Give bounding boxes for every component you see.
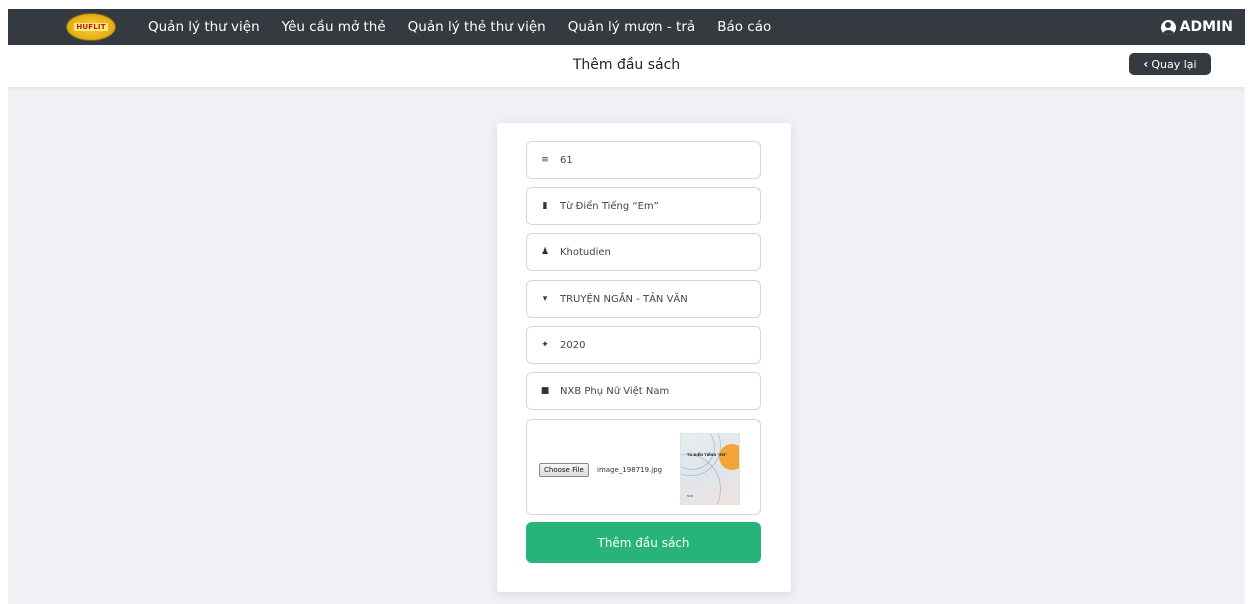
publisher-value: NXB Phụ Nữ Việt Nam	[560, 385, 670, 397]
add-book-form: ≡ 61 ▮ Từ Điển Tiếng “Em” ♟ Khotudien ▾ …	[497, 123, 791, 592]
add-book-submit-button[interactable]: Thêm đầu sách	[526, 522, 761, 563]
author-field[interactable]: ♟ Khotudien	[526, 233, 761, 271]
cover-upload-box: Choose File image_198719.jpg TỪ ĐIỂN TIẾ…	[526, 419, 761, 515]
caret-down-icon: ▾	[542, 294, 548, 304]
category-select[interactable]: ▾ TRUYỆN NGẮN - TẢN VĂN	[526, 280, 761, 318]
book-id-value: 61	[560, 154, 573, 166]
category-value: TRUYỆN NGẮN - TẢN VĂN	[560, 293, 688, 305]
huflit-logo[interactable]: HUFLIT	[66, 13, 116, 41]
nav-item-library-cards[interactable]: Quản lý thẻ thư viện	[408, 19, 546, 35]
author-value: Khotudien	[560, 246, 611, 258]
page-header: Thêm đầu sách ‹ Quay lại	[8, 45, 1245, 87]
industry-icon: ■	[540, 386, 550, 396]
cover-sun-shape	[719, 444, 739, 470]
admin-menu[interactable]: ADMIN	[1160, 9, 1233, 45]
book-title-value: Từ Điển Tiếng “Em”	[560, 200, 659, 212]
cover-title: TỪ ĐIỂN TIẾNG "EM"	[687, 453, 727, 457]
nav-item-reports[interactable]: Báo cáo	[717, 19, 771, 35]
chevron-left-icon: ‹	[1143, 57, 1149, 71]
year-field[interactable]: ✦ 2020	[526, 326, 761, 364]
book-icon: ▮	[542, 201, 548, 211]
user-pen-icon: ♟	[540, 247, 550, 257]
nav-item-borrow-return[interactable]: Quản lý mượn - trả	[568, 19, 695, 35]
list-icon: ≡	[541, 155, 549, 165]
choose-file-button[interactable]: Choose File	[539, 463, 589, 477]
year-value: 2020	[560, 339, 586, 351]
back-button-label: Quay lại	[1151, 57, 1197, 71]
app-window: HUFLIT Quản lý thư viện Yêu cầu mở thẻ Q…	[8, 9, 1245, 604]
publisher-field[interactable]: ■ NXB Phụ Nữ Việt Nam	[526, 372, 761, 410]
back-button[interactable]: ‹ Quay lại	[1129, 53, 1211, 75]
top-navbar: HUFLIT Quản lý thư viện Yêu cầu mở thẻ Q…	[8, 9, 1245, 45]
admin-label: ADMIN	[1179, 19, 1233, 35]
book-cover-preview: TỪ ĐIỂN TIẾNG "EM" NXB	[680, 433, 740, 505]
feather-icon: ✦	[541, 340, 549, 350]
book-title-field[interactable]: ▮ Từ Điển Tiếng “Em”	[526, 187, 761, 225]
nav-item-library[interactable]: Quản lý thư viện	[148, 19, 260, 35]
cover-publisher: NXB	[687, 494, 694, 498]
page-title: Thêm đầu sách	[572, 57, 681, 73]
file-name-label: image_198719.jpg	[597, 466, 663, 474]
nav-links: Quản lý thư viện Yêu cầu mở thẻ Quản lý …	[148, 9, 793, 45]
book-id-field[interactable]: ≡ 61	[526, 141, 761, 179]
logo-text: HUFLIT	[74, 23, 108, 31]
user-circle-icon	[1160, 19, 1176, 35]
nav-item-card-requests[interactable]: Yêu cầu mở thẻ	[282, 19, 386, 35]
